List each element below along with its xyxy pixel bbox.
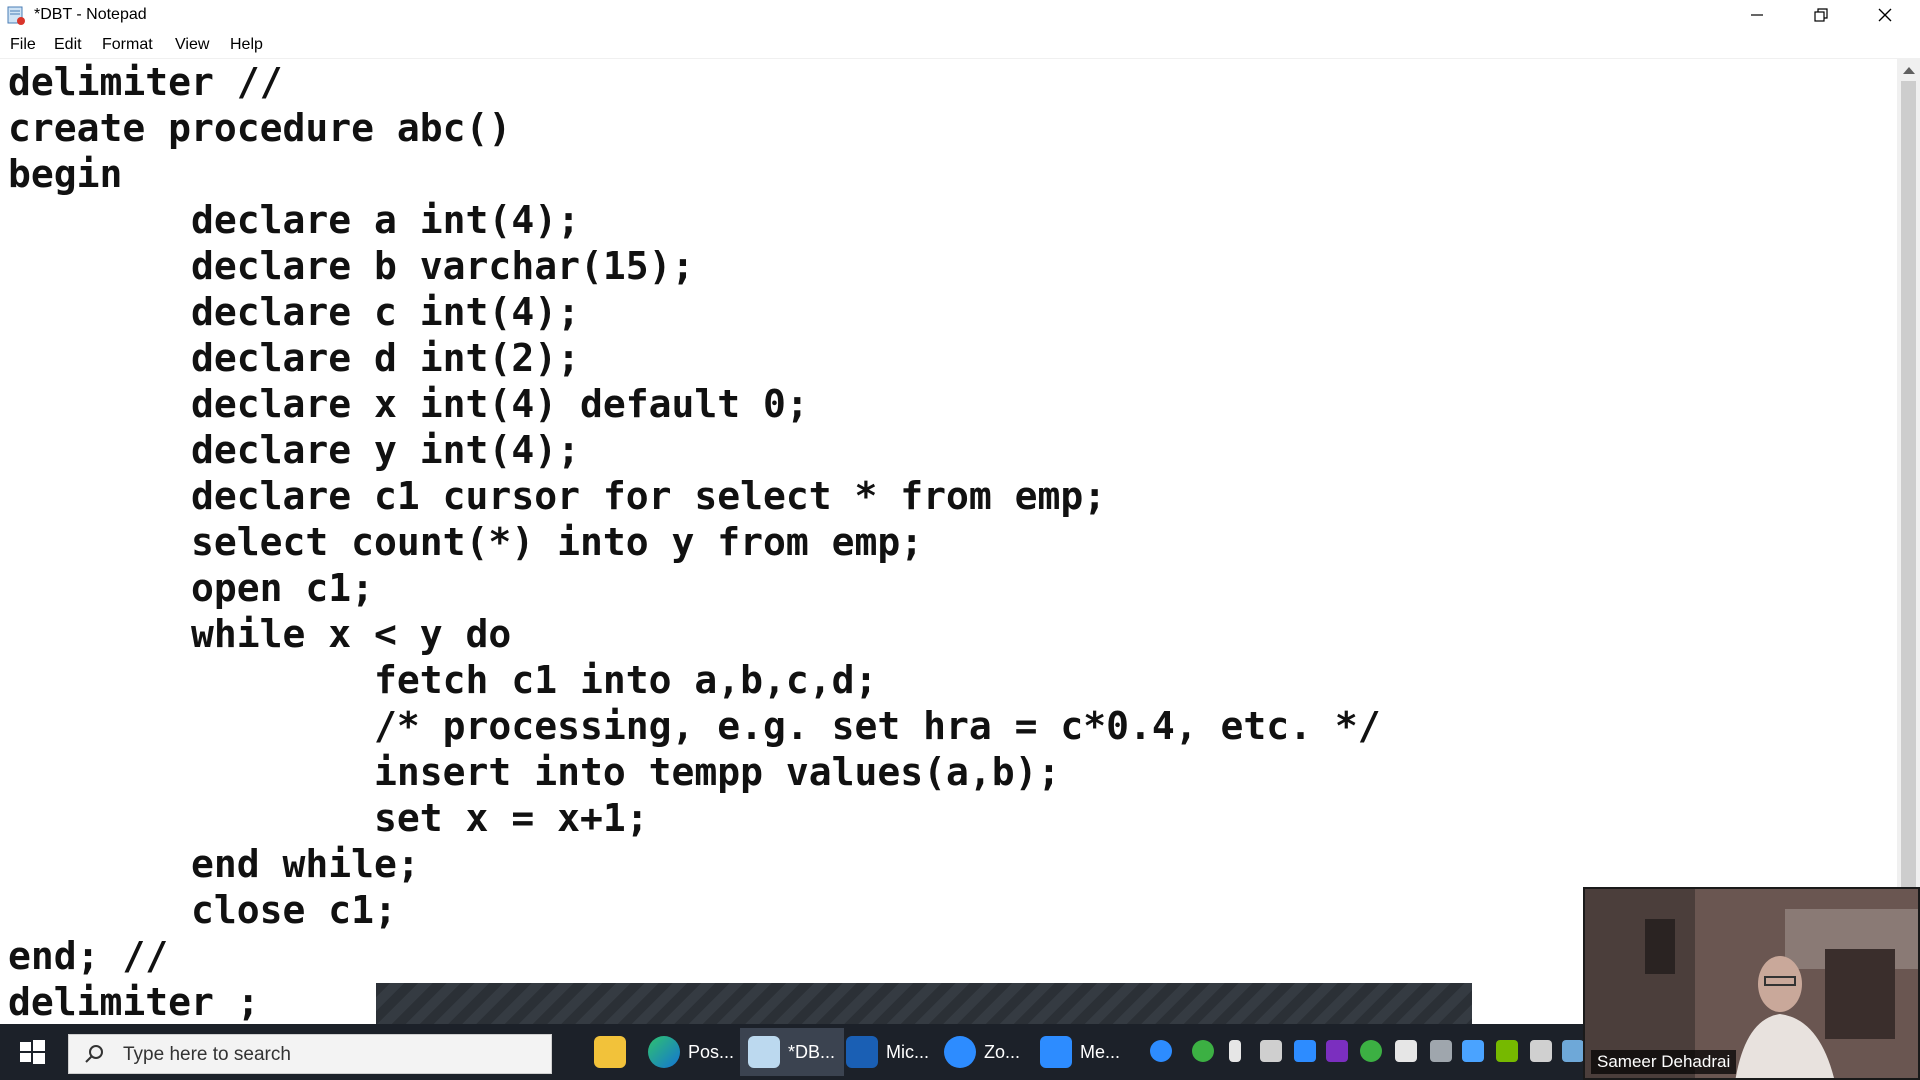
restore-button[interactable] (1789, 0, 1853, 30)
code-line: declare d int(2); (8, 336, 580, 380)
taskbar-search-box[interactable]: Type here to search (68, 1034, 552, 1074)
scroll-up-arrow-icon[interactable] (1903, 67, 1915, 74)
menu-edit[interactable]: Edit (54, 36, 82, 54)
windows-start-icon[interactable] (14, 1034, 50, 1070)
minimize-button[interactable] (1725, 0, 1789, 30)
code-line: fetch c1 into a,b,c,d; (8, 658, 878, 702)
battery-icon[interactable] (1260, 1040, 1282, 1062)
taskbar-app-label: *DB... (788, 1041, 836, 1062)
zoom-icon (944, 1036, 976, 1068)
close-icon (1878, 8, 1892, 22)
code-line: declare a int(4); (8, 198, 580, 242)
close-button[interactable] (1853, 0, 1917, 30)
menu-view[interactable]: View (175, 36, 209, 54)
code-line: create procedure abc() (8, 106, 512, 150)
nvidia-icon[interactable] (1496, 1040, 1518, 1062)
taskbar-app-file-explorer[interactable] (588, 1028, 632, 1076)
vpn-icon[interactable] (1360, 1040, 1382, 1062)
security-check-icon[interactable] (1192, 1040, 1214, 1062)
taskbar-app-whiteboard[interactable]: Mic... (844, 1028, 934, 1076)
code-line: /* processing, e.g. set hra = c*0.4, etc… (8, 704, 1381, 748)
minimize-icon (1751, 14, 1763, 16)
window-title: *DBT - Notepad (34, 6, 147, 23)
menu-format[interactable]: Format (102, 36, 153, 54)
microphone-icon[interactable] (1229, 1040, 1241, 1062)
notepad-icon (7, 6, 25, 25)
vertical-scrollbar[interactable] (1897, 59, 1920, 1024)
search-placeholder: Type here to search (123, 1044, 291, 1065)
taskbar-app-zoom[interactable]: Zo... (944, 1028, 1028, 1076)
taskbar-app-notepad[interactable]: *DB... (740, 1028, 844, 1076)
taskbar-app-label: Zo... (984, 1041, 1021, 1062)
taskbar-app-label: Mic... (886, 1041, 929, 1062)
code-line: close c1; (8, 888, 397, 932)
code-line: while x < y do (8, 612, 512, 656)
help-icon[interactable] (1150, 1040, 1172, 1062)
scrollbar-thumb[interactable] (1901, 81, 1916, 941)
wifi-icon[interactable] (1430, 1040, 1452, 1062)
code-line: delimiter // (8, 60, 283, 104)
whiteboard-icon (846, 1036, 878, 1068)
search-icon (85, 1045, 103, 1063)
zoom-meeting-icon (1040, 1036, 1072, 1068)
taskbar-app-zoom-meeting[interactable]: Me... (1040, 1028, 1128, 1076)
menu-help[interactable]: Help (230, 36, 263, 54)
code-line: begin (8, 152, 123, 196)
text-editor[interactable]: delimiter // create procedure abc() begi… (0, 59, 1897, 1024)
snowflake-icon[interactable] (1462, 1040, 1484, 1062)
code-line: declare c1 cursor for select * from emp; (8, 474, 1107, 518)
screen-share-banner (376, 983, 1472, 1024)
code-line: select count(*) into y from emp; (8, 520, 924, 564)
taskbar-app-label: Me... (1080, 1041, 1121, 1062)
webcam-video: Sameer Dehadrai (1583, 887, 1920, 1080)
taskbar-app-edge[interactable]: Pos... (646, 1028, 734, 1076)
title-bar: *DBT - Notepad (0, 0, 1920, 32)
code-line: end while; (8, 842, 420, 886)
code-line: declare b varchar(15); (8, 244, 695, 288)
code-line: declare c int(4); (8, 290, 580, 334)
participant-name: Sameer Dehadrai (1591, 1050, 1737, 1074)
code-line: declare x int(4) default 0; (8, 382, 809, 426)
notepad-icon (748, 1036, 780, 1068)
menu-file[interactable]: File (10, 36, 36, 54)
menu-bar: File Edit Format View Help (0, 32, 1920, 59)
code-line: end; // (8, 934, 169, 978)
edge-icon (648, 1036, 680, 1068)
file-explorer-icon (594, 1036, 626, 1068)
taskbar-app-label: Pos... (687, 1041, 734, 1062)
app-tray-icon[interactable] (1562, 1040, 1584, 1062)
code-line: insert into tempp values(a,b); (8, 750, 1061, 794)
code-line: set x = x+1; (8, 796, 649, 840)
code-line: delimiter ; (8, 980, 260, 1024)
onenote-icon[interactable] (1326, 1040, 1348, 1062)
shield-icon[interactable] (1395, 1040, 1417, 1062)
restore-icon (1814, 8, 1828, 22)
device-icon[interactable] (1530, 1040, 1552, 1062)
zoom-tray-icon[interactable] (1294, 1040, 1316, 1062)
code-line: declare y int(4); (8, 428, 580, 472)
code-line: open c1; (8, 566, 375, 610)
